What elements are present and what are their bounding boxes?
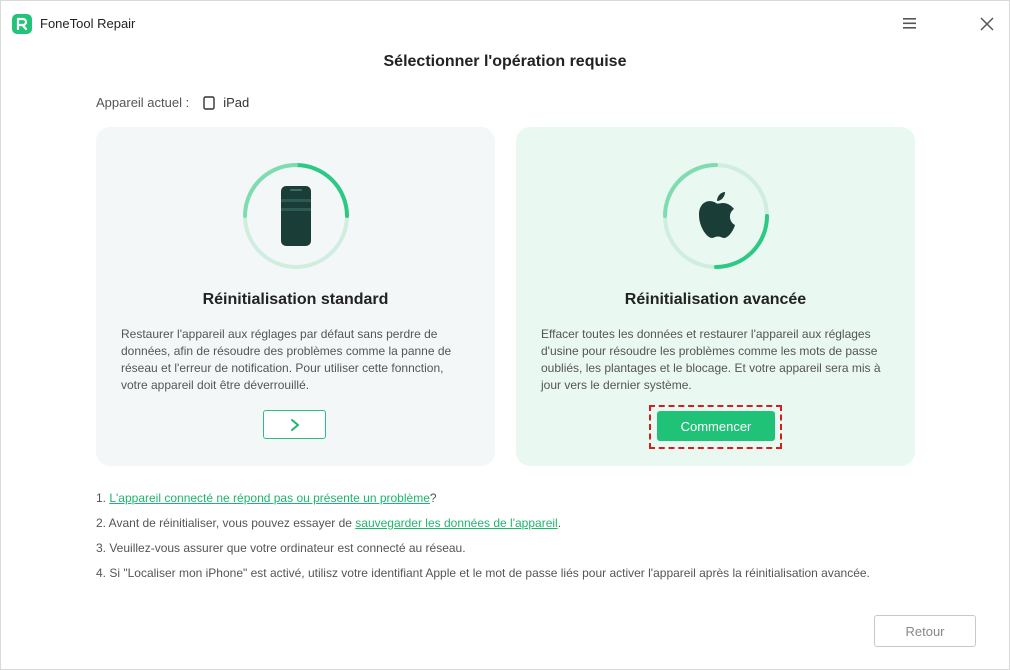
device-name: iPad [223, 95, 250, 110]
chevron-right-icon [290, 418, 299, 431]
device-not-responding-link[interactable]: L'appareil connecté ne répond pas ou pré… [109, 491, 430, 505]
note-3: 3. Veuillez-vous assurer que votre ordin… [96, 541, 466, 555]
ipad-icon [203, 95, 215, 110]
current-device: Appareil actuel : iPad [96, 95, 249, 110]
standard-reset-button[interactable] [263, 410, 326, 439]
page-title: Sélectionner l'opération requise [383, 53, 627, 70]
menu-icon[interactable] [901, 15, 919, 31]
apple-reset-icon [663, 163, 769, 269]
start-button[interactable]: Commencer [657, 411, 775, 441]
backup-data-link[interactable]: sauvegarder les données de l'appareil [355, 516, 557, 530]
close-icon[interactable] [978, 15, 996, 33]
app-title: FoneTool Repair [40, 16, 136, 31]
advanced-reset-description: Effacer toutes les données et restaurer … [541, 327, 881, 392]
app-logo-icon [12, 14, 32, 34]
standard-reset-description: Restaurer l'appareil aux réglages par dé… [121, 327, 452, 392]
standard-reset-title: Réinitialisation standard [202, 291, 389, 308]
device-label: Appareil actuel : [96, 95, 190, 110]
note-1: 1. L'appareil connecté ne répond pas ou … [96, 491, 437, 505]
notes-list: 1. L'appareil connecté ne répond pas ou … [96, 490, 916, 590]
note-4: 4. Si "Localiser mon iPhone" est activé,… [96, 566, 870, 580]
back-button[interactable]: Retour [874, 615, 976, 647]
title-bar: FoneTool Repair [1, 1, 1009, 45]
phone-reset-icon [243, 163, 349, 269]
note-2: 2. Avant de réinitialiser, vous pouvez e… [96, 516, 562, 530]
standard-reset-card: Réinitialisation standard Restaurer l'ap… [96, 127, 495, 466]
app-window: FoneTool Repair Sélectionner l'opération… [0, 0, 1010, 670]
advanced-reset-card: Réinitialisation avancée Effacer toutes … [516, 127, 915, 466]
advanced-reset-title: Réinitialisation avancée [624, 291, 807, 308]
